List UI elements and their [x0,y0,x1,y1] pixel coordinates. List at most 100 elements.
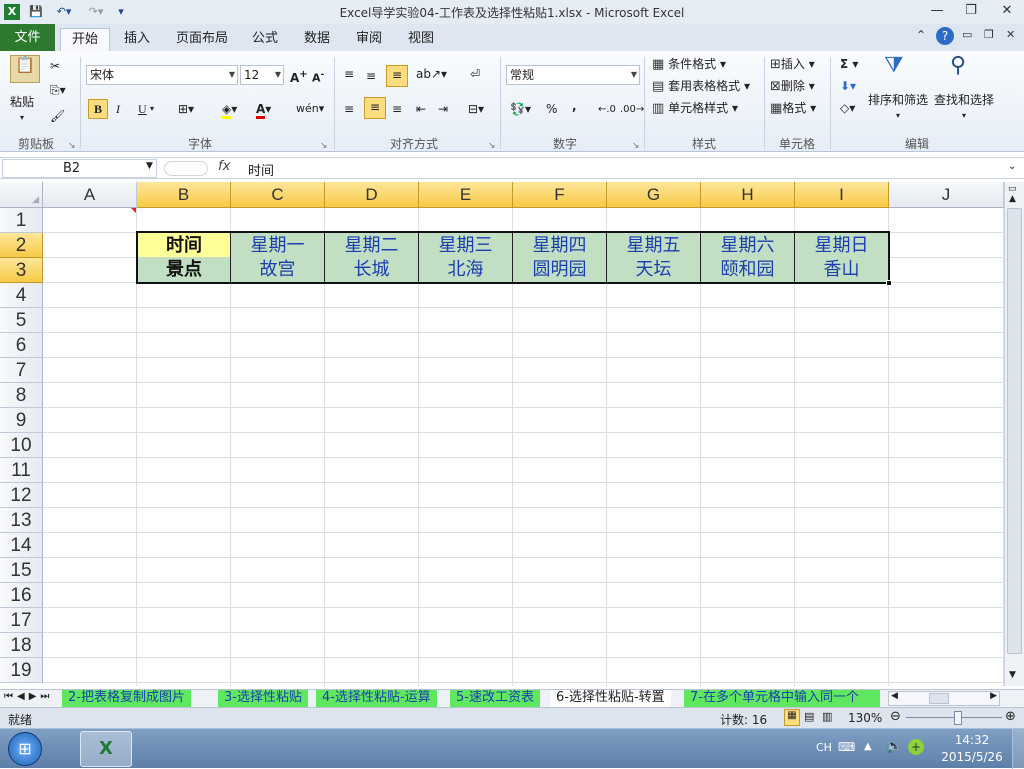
comma-button[interactable]: , [572,97,577,115]
accounting-format-icon[interactable]: 💱▾ [510,100,531,118]
weekday-cell[interactable]: 星期一 [231,232,325,258]
row-header-6[interactable]: 6 [0,333,43,358]
sheet-tab[interactable]: 4-选择性粘贴-运算 [316,690,437,707]
paste-dropdown-icon[interactable]: ▾ [20,109,24,127]
column-header-b[interactable]: B [137,182,231,208]
cut-icon[interactable]: ✂ [50,57,60,75]
clear-icon[interactable]: ◇▾ [840,99,855,117]
align-middle-icon[interactable]: ≡ [366,67,376,85]
row-header-16[interactable]: 16 [0,583,43,608]
sheet-tab[interactable]: 7-在多个单元格中输入同一个 [684,690,880,707]
alignment-launcher-icon[interactable]: ↘ [488,137,496,155]
number-format-combo[interactable]: 常规 ▼ [506,65,640,85]
name-box-dropdown-icon[interactable]: ▼ [146,161,153,171]
hscroll-thumb[interactable] [929,693,949,704]
row-label-attraction[interactable]: 景点 [137,257,231,283]
format-as-table-button[interactable]: ▤ 套用表格格式 ▾ [652,77,750,96]
tab-data[interactable]: 数据 [296,28,338,51]
row-header-15[interactable]: 15 [0,558,43,583]
formula-input[interactable]: 时间 [248,160,274,179]
underline-button[interactable]: U [138,100,147,118]
column-header-h[interactable]: H [701,182,795,208]
column-header-g[interactable]: G [607,182,701,208]
page-layout-view-icon[interactable]: ▤ [804,710,814,723]
collapse-ribbon-icon[interactable]: ⌃ [916,28,926,42]
wrap-text-icon[interactable]: ⏎ [470,65,480,83]
restore-button[interactable]: ❐ [954,0,988,22]
copy-icon[interactable]: ⎘▾ [50,81,66,99]
binoculars-icon[interactable]: ⚲ [950,55,966,77]
weekday-cell[interactable]: 星期五 [607,232,701,258]
column-header-c[interactable]: C [231,182,325,208]
sort-dropdown-icon[interactable]: ▾ [896,107,900,125]
row-header-9[interactable]: 9 [0,408,43,433]
tray-expand-icon[interactable]: ▲ [864,741,872,752]
row-header-10[interactable]: 10 [0,433,43,458]
sheet-tab[interactable]: 5-速改工资表 [450,690,540,707]
increase-indent-icon[interactable]: ⇥ [438,100,448,118]
zoom-slider-thumb[interactable] [954,711,962,725]
row-header-1[interactable]: 1 [0,208,43,233]
attraction-cell[interactable]: 故宫 [231,257,325,283]
workbook-minimize-icon[interactable]: ▭ [962,28,972,41]
expand-formula-bar-icon[interactable]: ⌄ [1008,161,1016,172]
cell-styles-button[interactable]: ▥ 单元格样式 ▾ [652,99,738,118]
file-tab[interactable]: 文件 [0,24,55,51]
merge-center-icon[interactable]: ⊟▾ [468,100,484,118]
tab-formulas[interactable]: 公式 [244,28,286,51]
page-break-view-icon[interactable]: ▥ [822,710,832,723]
tab-home[interactable]: 开始 [60,28,110,51]
scroll-down-icon[interactable]: ▼ [1009,670,1016,680]
align-center-icon[interactable]: ≡ [364,97,386,119]
weekday-cell[interactable]: 星期日 [795,232,889,258]
minimize-button[interactable]: — [920,0,954,22]
sort-filter-icon[interactable]: ⧩ [884,55,904,77]
row-header-13[interactable]: 13 [0,508,43,533]
close-button[interactable]: ✕ [990,0,1024,22]
row-header-14[interactable]: 14 [0,533,43,558]
weekday-cell[interactable]: 星期四 [513,232,607,258]
zoom-level[interactable]: 130% [848,711,882,725]
clock-time[interactable]: 14:32 [946,733,998,747]
number-launcher-icon[interactable]: ↘ [632,137,640,155]
fill-icon[interactable]: ⬇▾ [840,77,856,95]
help-icon[interactable]: ? [936,27,954,45]
split-handle-icon[interactable]: ▭ [1008,184,1017,194]
scroll-left-icon[interactable]: ◀ [891,691,898,701]
paste-icon[interactable]: 📋 [10,55,40,83]
scroll-thumb[interactable] [1007,208,1022,654]
percent-button[interactable]: % [546,100,557,118]
column-header-f[interactable]: F [513,182,607,208]
fill-handle[interactable] [886,280,892,286]
shrink-font-icon[interactable]: A- [312,66,324,88]
column-header-e[interactable]: E [419,182,513,208]
zoom-out-icon[interactable]: ⊖ [890,709,901,724]
insert-cells-button[interactable]: ⊞插入 ▾ [770,55,815,74]
workbook-close-icon[interactable]: ✕ [1006,28,1015,41]
column-header-j[interactable]: J [889,182,1004,208]
bold-button[interactable]: B [88,99,108,119]
language-indicator[interactable]: CH [816,741,832,754]
row-label-time[interactable]: 时间 [137,232,231,258]
normal-view-icon[interactable]: ▦ [784,709,800,726]
row-header-5[interactable]: 5 [0,308,43,333]
delete-cells-button[interactable]: ⊠删除 ▾ [770,77,815,96]
autosum-button[interactable]: Σ ▾ [840,55,858,73]
select-all-button[interactable]: ◢ [0,182,43,208]
sheet-tab[interactable]: 3-选择性粘贴 [218,690,308,707]
worksheet-grid[interactable]: ◢ ABCDEFGHIJ 1 2 3 4 5 6 7 8 9 10 11 12 13 14 15 16 17 18… [0,182,1004,686]
excel-taskbar-icon[interactable]: X [80,731,132,767]
network-icon[interactable]: + [908,739,924,755]
weekday-cell[interactable]: 星期二 [325,232,419,258]
fill-color-icon[interactable]: ◈▾ [222,100,237,119]
show-desktop-button[interactable] [1012,729,1024,769]
weekday-cell[interactable]: 星期三 [419,232,513,258]
border-icon[interactable]: ⊞▾ [178,100,194,118]
row-header-11[interactable]: 11 [0,458,43,483]
clipboard-launcher-icon[interactable]: ↘ [68,137,76,155]
tab-view[interactable]: 视图 [400,28,442,51]
insert-function-button[interactable]: fx [218,159,230,174]
row-header-18[interactable]: 18 [0,633,43,658]
horizontal-scrollbar[interactable]: ◀ ▶ [888,691,1000,706]
attraction-cell[interactable]: 香山 [795,257,889,283]
